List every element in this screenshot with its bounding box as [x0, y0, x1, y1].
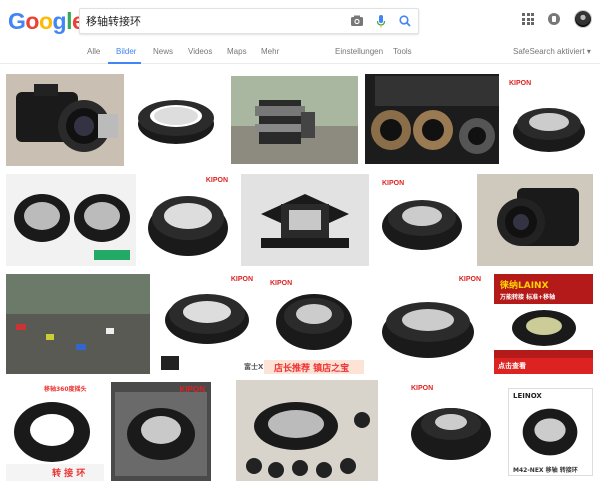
microphone-icon[interactable]: [374, 13, 388, 29]
brand-label: KIPON: [205, 177, 228, 184]
image-result[interactable]: KIPON: [403, 382, 497, 481]
header: Google 移轴转接环 Alle Bilder: [0, 0, 600, 66]
image-result[interactable]: [365, 74, 499, 164]
image-result[interactable]: KIPON 店长推荐 镇店之宝: [264, 274, 364, 374]
tab-all[interactable]: Alle: [87, 47, 100, 56]
notifications-icon[interactable]: [548, 13, 560, 25]
camera-icon[interactable]: [350, 13, 364, 29]
image-result[interactable]: [241, 174, 369, 266]
brand-label: KIPON: [179, 385, 205, 394]
adapter-label: 转 接 环: [52, 469, 86, 479]
click-label: 点击查看: [498, 362, 526, 370]
image-result[interactable]: KIPON: [111, 382, 211, 481]
search-tabs: Alle Bilder News Videos Maps Mehr Einste…: [0, 38, 600, 64]
tab-videos[interactable]: Videos: [188, 47, 212, 56]
brand-label: KIPON: [411, 385, 434, 392]
lainx-label: 徕纳LAINX: [500, 281, 549, 291]
image-result[interactable]: LEINOX M42-NEX 移轴 转接环: [508, 388, 593, 476]
lainx-sub-label: 万能转接 标准+移轴: [500, 294, 556, 301]
tab-settings[interactable]: Einstellungen: [335, 47, 383, 56]
image-result[interactable]: KIPON: [157, 274, 257, 374]
google-logo[interactable]: Google: [8, 8, 85, 35]
search-input[interactable]: 移轴转接环: [86, 13, 141, 29]
image-result[interactable]: KIPON: [376, 174, 469, 266]
leinox-sub-label: M42-NEX 移轴 转接环: [513, 467, 578, 474]
shop-promo-label: 店长推荐 镇店之宝: [274, 364, 350, 374]
logo-letter: o: [38, 8, 53, 34]
tab-news[interactable]: News: [153, 47, 173, 56]
safesearch-toggle[interactable]: SafeSearch aktiviert ▾: [513, 47, 591, 56]
logo-letter: g: [52, 8, 67, 34]
tab-more[interactable]: Mehr: [261, 47, 279, 56]
brand-label: KIPON: [230, 276, 253, 283]
image-result[interactable]: [477, 174, 593, 266]
header-right-icons: [522, 10, 592, 28]
tab-maps[interactable]: Maps: [227, 47, 247, 56]
tilt-label: 移轴360度摇头: [44, 386, 87, 393]
active-tab-indicator: [108, 62, 141, 64]
apps-icon[interactable]: [522, 13, 534, 25]
image-result[interactable]: [131, 78, 221, 162]
search-box[interactable]: 移轴转接环: [79, 8, 419, 34]
tab-tools[interactable]: Tools: [393, 47, 412, 56]
image-result[interactable]: KIPON: [505, 76, 593, 164]
image-result[interactable]: 徕纳LAINX 万能转接 标准+移轴 点击查看: [494, 274, 593, 374]
image-result[interactable]: [6, 274, 150, 374]
image-result[interactable]: KIPON: [372, 274, 487, 374]
search-icons: [350, 13, 412, 29]
account-avatar[interactable]: [574, 10, 592, 28]
brand-mark: 富士X: [244, 362, 264, 374]
brand-label: KIPON: [270, 280, 293, 287]
image-result[interactable]: 移轴360度摇头 转 接 环: [6, 382, 104, 481]
image-result[interactable]: [236, 380, 378, 481]
logo-letter: G: [8, 8, 26, 34]
google-images-page: Google 移轴转接环 Alle Bilder: [0, 0, 600, 485]
brand-label: KIPON: [458, 276, 481, 283]
tab-images[interactable]: Bilder: [116, 47, 136, 56]
logo-letter: o: [25, 8, 39, 34]
search-icon[interactable]: [398, 13, 412, 29]
brand-label: KIPON: [509, 80, 532, 87]
image-result[interactable]: [231, 76, 358, 164]
image-result[interactable]: KIPON: [142, 174, 234, 266]
leinox-label: LEINOX: [513, 392, 542, 400]
brand-label: KIPON: [382, 180, 405, 187]
image-result[interactable]: [6, 174, 136, 266]
image-result[interactable]: [6, 74, 124, 166]
fuji-x-label: 富士X: [244, 363, 264, 371]
